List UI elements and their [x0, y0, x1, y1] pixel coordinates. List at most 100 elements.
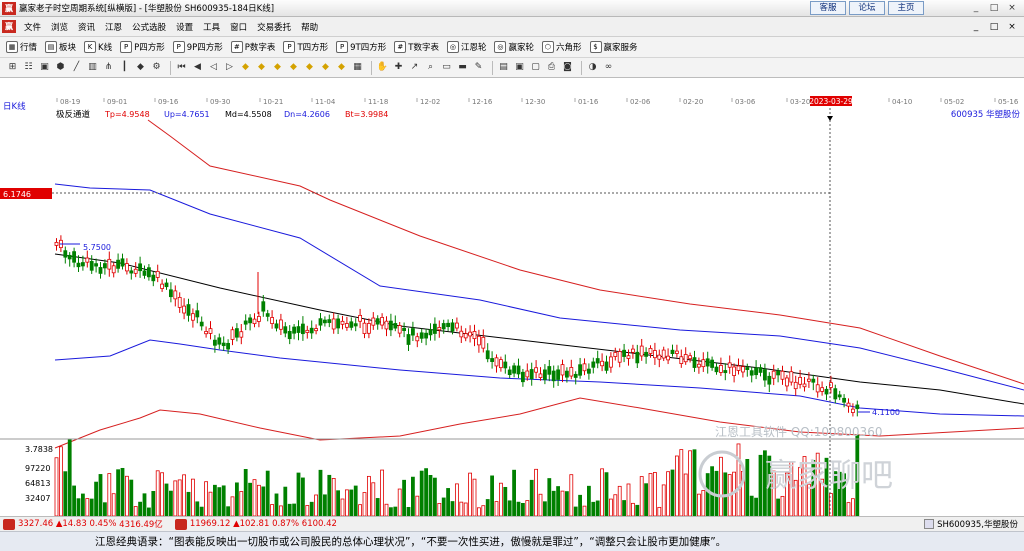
- line-icon[interactable]: ╱: [70, 61, 83, 74]
- toolbar-item-4[interactable]: P 9P四方形: [172, 41, 223, 53]
- drop-icon[interactable]: ◆: [134, 61, 147, 74]
- hand-icon[interactable]: ✋: [376, 61, 389, 74]
- volume-bar: [362, 492, 367, 516]
- sh-index-value: 3327.46: [18, 519, 54, 529]
- calc-icon[interactable]: ▤: [497, 61, 510, 74]
- homepage-link[interactable]: 主页: [888, 1, 924, 15]
- block-icon: ▤: [45, 41, 58, 53]
- volume-bar: [103, 502, 107, 516]
- arrow-icon[interactable]: ↗: [408, 61, 421, 74]
- volume-bar: [371, 482, 376, 516]
- diamond-icon[interactable]: ◆: [271, 61, 284, 74]
- gear-icon[interactable]: ⚙: [150, 61, 163, 74]
- child-minimize-button[interactable]: _: [968, 20, 984, 34]
- grid-icon[interactable]: ▦: [351, 61, 364, 74]
- volume-bar: [419, 470, 424, 516]
- candle-body: [397, 325, 402, 334]
- toolbar-item-1[interactable]: ▤ 板块: [45, 41, 76, 53]
- rect-icon[interactable]: ▣: [38, 61, 51, 74]
- menu-info[interactable]: 资讯: [73, 21, 100, 33]
- save-icon[interactable]: ▣: [513, 61, 526, 74]
- volume-bar: [485, 499, 490, 516]
- candle-body: [582, 363, 587, 372]
- volume-bar: [270, 504, 275, 516]
- chart-icon[interactable]: ☷: [22, 61, 35, 74]
- diamond-icon[interactable]: ◆: [239, 61, 252, 74]
- doc-icon[interactable]: ▢: [529, 61, 542, 74]
- kline-chart[interactable]: 08-19 09-01 09-16 09-30 10-21 11-04 11-18 12-02…: [0, 78, 1024, 516]
- diamond-icon[interactable]: ◆: [319, 61, 332, 74]
- candle-body: [714, 366, 719, 373]
- candle-icon[interactable]: ┃: [118, 61, 131, 74]
- volume-bar: [472, 478, 477, 516]
- menu-settings[interactable]: 设置: [171, 21, 198, 33]
- customer-service-link[interactable]: 客服: [810, 1, 846, 15]
- toolbar-item-5[interactable]: # P数字表: [230, 41, 276, 53]
- candle-body: [617, 351, 622, 363]
- toolbar-item-10[interactable]: ◎ 赢家轮: [494, 41, 534, 53]
- toolbar-item-8[interactable]: # T数字表: [394, 41, 439, 53]
- start-icon[interactable]: ⏮: [175, 61, 188, 74]
- date-tick: 03-20: [790, 98, 810, 106]
- toolbar-item-11[interactable]: ⬡ 六角形: [541, 41, 582, 53]
- forum-link[interactable]: 论坛: [849, 1, 885, 15]
- menu-gann[interactable]: 江恩: [100, 21, 127, 33]
- toolbar-item-7[interactable]: P 9T四方形: [336, 41, 386, 53]
- right-icon[interactable]: ▷: [223, 61, 236, 74]
- candle-body: [415, 336, 420, 342]
- menu-file[interactable]: 文件: [19, 21, 46, 33]
- toolbar-item-12[interactable]: $ 赢家服务: [589, 41, 638, 53]
- zoom-icon[interactable]: ⌕: [424, 61, 437, 74]
- menu-help[interactable]: 帮助: [296, 21, 323, 33]
- ruler-icon[interactable]: ▭: [440, 61, 453, 74]
- volume-bar: [503, 486, 508, 516]
- menu-formula[interactable]: 公式选股: [127, 21, 171, 33]
- bar-icon[interactable]: ▥: [86, 61, 99, 74]
- price-marker-label: 6.1746: [3, 190, 31, 199]
- toolbar-item-label: P数字表: [244, 43, 276, 53]
- cross-icon[interactable]: ✚: [392, 61, 405, 74]
- volume-bar: [89, 498, 94, 516]
- print-icon[interactable]: ⎙: [545, 61, 558, 74]
- status-stock[interactable]: SH600935,华塑股份: [924, 518, 1018, 530]
- candle-body: [230, 329, 235, 340]
- volume-bar: [318, 469, 323, 516]
- menu-trade[interactable]: 交易委托: [252, 21, 296, 33]
- candle-body: [719, 365, 723, 373]
- candle-body: [763, 369, 767, 381]
- candle-body: [107, 258, 112, 270]
- eraser-icon[interactable]: ▬: [456, 61, 469, 74]
- fork-icon[interactable]: ⋔: [102, 61, 115, 74]
- menu-browse[interactable]: 浏览: [46, 21, 73, 33]
- toolbar-item-9[interactable]: ◎ 江恩轮: [446, 41, 486, 53]
- high-label: 5.7500: [83, 243, 111, 252]
- diamond-icon[interactable]: ◆: [255, 61, 268, 74]
- menu-window[interactable]: 窗口: [225, 21, 252, 33]
- toolbar-item-6[interactable]: P T四方形: [283, 41, 328, 53]
- left-icon[interactable]: ◁: [207, 61, 220, 74]
- link-icon[interactable]: ∞: [602, 61, 615, 74]
- prev-icon[interactable]: ◀: [191, 61, 204, 74]
- toolbar-item-0[interactable]: ▦ 行情: [6, 41, 37, 53]
- camera-icon[interactable]: ◙: [561, 61, 574, 74]
- minimize-button[interactable]: _: [968, 2, 984, 14]
- color-icon[interactable]: ◑: [586, 61, 599, 74]
- pointer-icon[interactable]: ⊞: [6, 61, 19, 74]
- brush-icon[interactable]: ✎: [472, 61, 485, 74]
- diamond-icon[interactable]: ◆: [287, 61, 300, 74]
- candle-body: [468, 331, 473, 337]
- menu-tools[interactable]: 工具: [198, 21, 225, 33]
- candle-body: [578, 364, 582, 376]
- hex-icon[interactable]: ⬢: [54, 61, 67, 74]
- diamond-icon[interactable]: ◆: [303, 61, 316, 74]
- candle-body: [785, 377, 789, 387]
- child-close-button[interactable]: ×: [1004, 20, 1020, 34]
- candle-body: [252, 318, 257, 325]
- square-icon: P: [283, 41, 296, 53]
- toolbar-item-3[interactable]: P P四方形: [120, 41, 165, 53]
- toolbar-item-2[interactable]: K K线: [84, 41, 112, 53]
- child-restore-button[interactable]: □: [986, 20, 1002, 34]
- diamond-icon[interactable]: ◆: [335, 61, 348, 74]
- maximize-button[interactable]: □: [986, 2, 1002, 14]
- close-button[interactable]: ×: [1004, 2, 1020, 14]
